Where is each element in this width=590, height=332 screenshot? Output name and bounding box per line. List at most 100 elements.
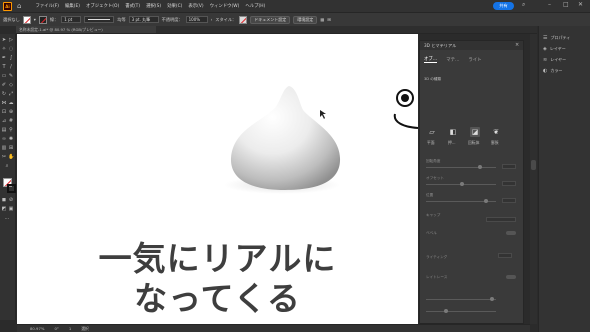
position-slider-knob[interactable] [484, 199, 488, 203]
shape-builder-tool-icon[interactable]: ⊕ [8, 109, 14, 115]
none-color-icon[interactable]: ⊘ [8, 197, 14, 203]
color-icon: ◐ [543, 68, 548, 74]
side-item-properties[interactable]: ☰ プロパティ [543, 34, 570, 42]
opacity-field[interactable]: 100% [185, 16, 208, 23]
side-item-color[interactable]: ◐ カラー [543, 67, 562, 75]
draw-normal-icon[interactable]: ◩ [1, 206, 7, 212]
side-item-layers-b[interactable]: ≋ レイヤー [543, 56, 566, 64]
rotation-slider-track[interactable] [426, 167, 496, 168]
screen-mode-icon[interactable]: ▣ [8, 206, 14, 212]
zoom-tool-icon[interactable]: ⌕ [4, 163, 10, 169]
lasso-tool-icon[interactable]: ◌ [8, 46, 14, 52]
preferences-button[interactable]: 環境設定 [293, 15, 318, 24]
symbol-sprayer-tool-icon[interactable]: ✺ [8, 136, 14, 142]
extrude-type-icon[interactable]: ◧ [448, 127, 458, 137]
direct-selection-tool-icon[interactable]: ▷ [8, 37, 14, 43]
minimize-icon[interactable]: – [548, 1, 551, 8]
zoom-level[interactable]: 80.97% [30, 326, 44, 331]
menu-help[interactable]: ヘルプ(H) [245, 3, 265, 9]
offset-field[interactable] [502, 181, 516, 186]
line-tool-icon[interactable]: / [8, 64, 14, 70]
warp-tool-icon[interactable]: ☁ [8, 100, 14, 106]
paintbrush-tool-icon[interactable]: ✎ [8, 73, 14, 79]
graph-tool-icon[interactable]: ▥ [1, 145, 7, 151]
shaper-tool-icon[interactable]: ✐ [1, 82, 7, 88]
artboard-canvas[interactable]: 一気にリアルに なってくる [17, 34, 418, 324]
edit-toolbar-icon[interactable]: ⋯ [4, 216, 10, 222]
free-transform-tool-icon[interactable]: ⊡ [1, 109, 7, 115]
menu-edit[interactable]: 編集(E) [65, 3, 80, 9]
tab-object[interactable]: オブ… [424, 56, 438, 63]
gradient-tool-icon[interactable]: ▤ [1, 127, 7, 133]
default-colors-icon[interactable]: ◼ [1, 197, 7, 203]
type-tool-icon[interactable]: T [1, 64, 7, 70]
rotation-slider-knob[interactable] [478, 165, 482, 169]
chevron-down-icon[interactable]: ▾ [34, 17, 36, 22]
bevel-toggle[interactable] [506, 231, 516, 235]
brush-definition-field[interactable]: 3 pt. 丸筆 [128, 16, 159, 23]
quality-slider-track[interactable] [426, 311, 496, 312]
cap-field[interactable] [486, 217, 516, 222]
maximize-icon[interactable]: □ [563, 1, 569, 8]
selection-tool-icon[interactable]: ➤ [1, 37, 7, 43]
close-icon[interactable]: ✕ [578, 1, 583, 8]
vertical-scrollbar[interactable] [530, 34, 537, 324]
align-icon[interactable]: ⊞ [327, 17, 331, 22]
blend-tool-icon[interactable]: ∞ [1, 136, 7, 142]
revolve-type-icon[interactable]: ◪ [470, 127, 480, 137]
stroke-swatch[interactable] [38, 15, 47, 24]
eyedropper-tool-icon[interactable]: ⚲ [8, 127, 14, 133]
scrollbar-thumb[interactable] [531, 160, 536, 170]
menu-object[interactable]: オブジェクト(O) [86, 3, 119, 9]
chevron-right-icon[interactable]: › [211, 17, 213, 22]
panel-title[interactable]: 3D とマテリアル [420, 41, 523, 50]
rotation-angle[interactable]: 0° [54, 326, 58, 331]
hand-tool-icon[interactable]: ✋ [8, 154, 14, 160]
quality-slider-knob[interactable] [444, 309, 448, 313]
tab-materials[interactable]: マテ… [446, 57, 459, 63]
plane-type-icon[interactable]: ▱ [427, 127, 437, 137]
magic-wand-tool-icon[interactable]: ✧ [1, 46, 7, 52]
curvature-tool-icon[interactable]: ∫ [8, 55, 14, 61]
scale-tool-icon[interactable]: ⤢ [8, 91, 14, 97]
mesh-tool-icon[interactable]: # [8, 118, 14, 124]
pen-tool-icon[interactable]: ✒ [1, 55, 7, 61]
share-button[interactable]: 共有 [493, 2, 514, 10]
artboard-number[interactable]: 1 [69, 326, 71, 331]
menu-select[interactable]: 選択(S) [146, 3, 161, 9]
menu-window[interactable]: ウィンドウ(W) [210, 3, 240, 9]
stroke-weight-field[interactable]: 1 pt [61, 16, 82, 23]
search-icon[interactable]: ⌕ [522, 1, 525, 9]
document-tab[interactable]: 名称未設定-1.ai* @ 80.97 % (RGB/プレビュー) [16, 26, 156, 34]
width-tool-icon[interactable]: ⋈ [1, 100, 7, 106]
slice-tool-icon[interactable]: ✂ [1, 154, 7, 160]
panel-close-icon[interactable]: × [515, 42, 519, 48]
3d-blob-shape[interactable] [230, 86, 341, 190]
menu-file[interactable]: ファイル(F) [35, 3, 59, 9]
variable-width-profile[interactable] [84, 16, 115, 23]
raytrace-toggle[interactable] [506, 275, 516, 279]
document-setup-button[interactable]: ドキュメント設定 [250, 15, 291, 24]
eraser-tool-icon[interactable]: ◇ [8, 82, 14, 88]
rectangle-tool-icon[interactable]: ▭ [1, 73, 7, 79]
tab-lighting[interactable]: ライト [468, 57, 481, 63]
home-icon[interactable]: ⌂ [17, 2, 21, 10]
menu-type[interactable]: 書式(T) [125, 3, 140, 9]
offset-slider-knob[interactable] [460, 182, 464, 186]
artboard-tool-icon[interactable]: ⊞ [8, 145, 14, 151]
render-slider-track[interactable] [426, 299, 496, 300]
rotate-tool-icon[interactable]: ↻ [1, 91, 7, 97]
lighting-field[interactable] [498, 253, 512, 258]
menu-view[interactable]: 表示(V) [188, 3, 203, 9]
inflate-type-icon[interactable]: ❦ [491, 127, 501, 137]
graphic-style-swatch[interactable] [239, 15, 248, 24]
menu-effect[interactable]: 効果(C) [167, 3, 182, 9]
rotation-field[interactable] [502, 164, 516, 169]
arrange-documents-icon[interactable]: ▦ [320, 17, 324, 22]
stroke-color-icon[interactable] [7, 184, 16, 193]
perspective-grid-tool-icon[interactable]: ⊿ [1, 118, 7, 124]
side-item-layers-a[interactable]: ◈ レイヤー [543, 45, 566, 53]
position-field[interactable] [502, 198, 516, 203]
render-slider-knob[interactable] [490, 297, 494, 301]
fill-swatch[interactable] [22, 15, 31, 24]
